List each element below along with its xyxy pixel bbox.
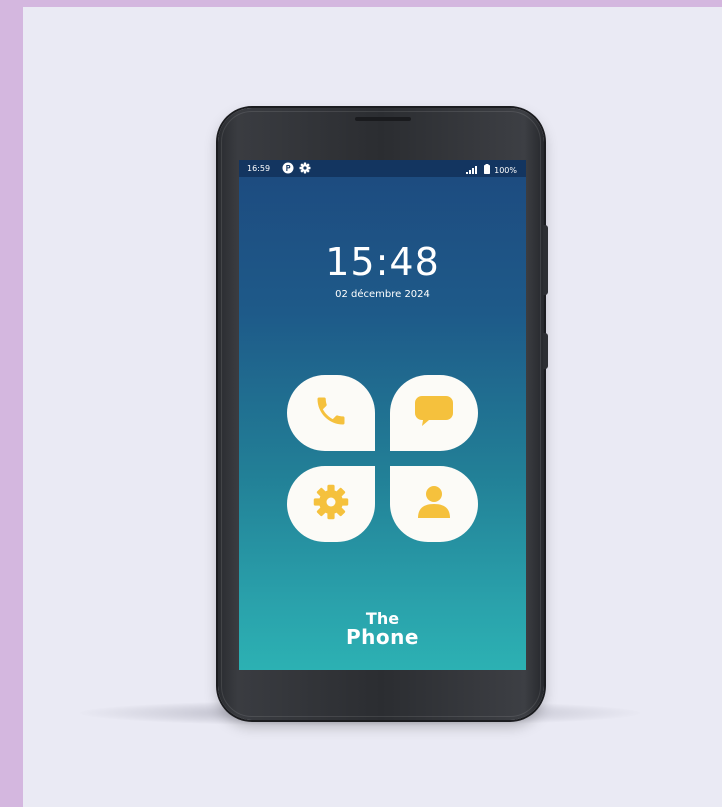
call-app-button[interactable]	[287, 375, 375, 451]
power-button	[543, 333, 548, 369]
status-bar: 16:59 100%	[239, 160, 526, 177]
page-frame-top	[0, 0, 722, 7]
signal-icon	[466, 165, 480, 176]
battery-percent: 100%	[494, 165, 517, 175]
status-time: 16:59	[247, 164, 271, 173]
settings-app-button[interactable]	[287, 466, 375, 542]
volume-button	[543, 225, 548, 295]
gear-icon	[313, 484, 349, 524]
battery-icon	[484, 164, 491, 176]
page-frame-left	[0, 0, 23, 807]
status-right-group: 100%	[466, 164, 517, 176]
phone-screen: 16:59 100% 15:48 02 décembre 2024 The Ph…	[239, 160, 526, 670]
contacts-app-button[interactable]	[390, 466, 478, 542]
brand-logo: The Phone	[239, 610, 526, 649]
messages-app-button[interactable]	[390, 375, 478, 451]
earpiece-speaker	[355, 117, 411, 121]
lock-date: 02 décembre 2024	[335, 289, 430, 300]
lock-clock: 15:48	[325, 240, 440, 284]
person-icon	[414, 482, 454, 526]
chat-bubble-icon	[414, 393, 454, 433]
p-badge-icon	[282, 162, 294, 176]
brand-line-2: Phone	[346, 625, 419, 649]
phone-handset-icon	[313, 393, 349, 433]
settings-gear-icon	[299, 162, 311, 176]
phone-chin	[239, 670, 526, 710]
